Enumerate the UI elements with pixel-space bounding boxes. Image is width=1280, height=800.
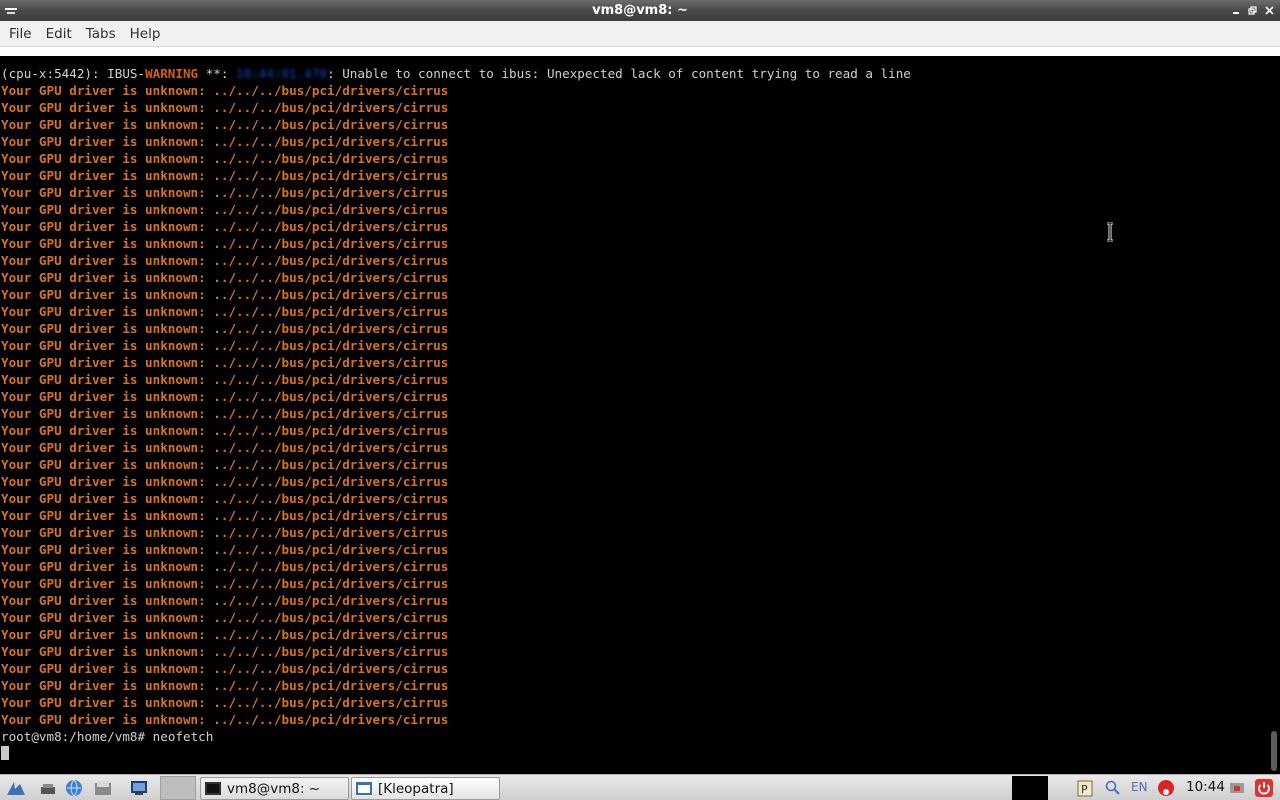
search-icon[interactable] (1104, 778, 1122, 798)
power-icon[interactable] (1254, 778, 1274, 798)
taskbar: vm8@vm8: ~ [Kleopatra] P EN 10:44 (0, 774, 1280, 800)
gpu-warning-line: Your GPU driver is unknown: ../../../bus… (1, 440, 449, 455)
window-menu-icon[interactable] (4, 4, 18, 16)
gpu-warning-line: Your GPU driver is unknown: ../../../bus… (1, 559, 449, 574)
prompt-line: root@vm8:/home/vm8# neofetch (1, 728, 911, 745)
ibeam-cursor-icon (1107, 222, 1113, 242)
menu-file[interactable]: File (2, 21, 39, 47)
svg-text:P: P (1081, 783, 1088, 796)
screen-lock-icon[interactable] (1228, 778, 1246, 798)
task-terminal[interactable]: vm8@vm8: ~ (200, 777, 349, 800)
gpu-warning-line: Your GPU driver is unknown: ../../../bus… (1, 627, 449, 642)
gpu-warning-line: Your GPU driver is unknown: ../../../bus… (1, 338, 449, 353)
warning-message: : Unable to connect to ibus: Unexpected … (327, 66, 911, 81)
gpu-warning-line: Your GPU driver is unknown: ../../../bus… (1, 678, 449, 693)
terminal-launcher-icon[interactable] (129, 778, 149, 798)
terminal-scrollbar[interactable] (1268, 56, 1280, 774)
gpu-warning-line: Your GPU driver is unknown: ../../../bus… (1, 661, 449, 676)
gpu-warning-line: Your GPU driver is unknown: ../../../bus… (1, 151, 449, 166)
task-terminal-label: vm8@vm8: ~ (227, 780, 321, 797)
task-kleopatra-label: [Kleopatra] (378, 780, 454, 797)
gpu-warning-line: Your GPU driver is unknown: ../../../bus… (1, 287, 449, 302)
menu-edit[interactable]: Edit (39, 21, 79, 47)
shell-prompt: root@vm8:/home/vm8# (1, 729, 153, 744)
gpu-warning-line: Your GPU driver is unknown: ../../../bus… (1, 474, 449, 489)
gpu-warning-line: Your GPU driver is unknown: ../../../bus… (1, 457, 449, 472)
gpu-warning-line: Your GPU driver is unknown: ../../../bus… (1, 355, 449, 370)
clock[interactable]: 10:44 (1186, 779, 1225, 795)
menu-help[interactable]: Help (123, 21, 168, 47)
text-cursor (1, 746, 9, 760)
close-icon[interactable] (1261, 3, 1278, 18)
gpu-warning-line: Your GPU driver is unknown: ../../../bus… (1, 321, 449, 336)
gpu-warning-line: Your GPU driver is unknown: ../../../bus… (1, 593, 449, 608)
warning-prefix: (cpu-x:5442): IBUS- (1, 66, 146, 81)
start-menu-icon[interactable] (6, 778, 26, 798)
clipboard-icon[interactable]: P (1076, 778, 1094, 798)
gpu-warning-line: Your GPU driver is unknown: ../../../bus… (1, 83, 449, 98)
task-kleopatra[interactable]: [Kleopatra] (351, 777, 500, 800)
gpu-warning-line: Your GPU driver is unknown: ../../../bus… (1, 508, 449, 523)
gpu-warning-line: Your GPU driver is unknown: ../../../bus… (1, 389, 449, 404)
gpu-warning-line: Your GPU driver is unknown: ../../../bus… (1, 423, 449, 438)
scrollbar-thumb[interactable] (1271, 731, 1277, 771)
desktop-pager[interactable] (160, 776, 196, 800)
warning-mid: **: (198, 66, 237, 81)
gpu-warning-line: Your GPU driver is unknown: ../../../bus… (1, 542, 449, 557)
gpu-warning-line: Your GPU driver is unknown: ../../../bus… (1, 168, 449, 183)
window-title: vm8@vm8: ~ (592, 3, 688, 18)
gpu-warning-line: Your GPU driver is unknown: ../../../bus… (1, 372, 449, 387)
gpu-warning-line: Your GPU driver is unknown: ../../../bus… (1, 236, 449, 251)
window-titlebar[interactable]: vm8@vm8: ~ (0, 0, 1280, 21)
terminal-view[interactable]: (cpu-x:5442): IBUS-WARNING **: 10:44:01.… (0, 56, 1268, 774)
file-manager-icon[interactable] (93, 778, 113, 798)
shell-command: neofetch (152, 729, 214, 744)
gpu-warning-line: Your GPU driver is unknown: ../../../bus… (1, 253, 449, 268)
browser-icon[interactable] (64, 778, 84, 798)
gpu-warning-line: Your GPU driver is unknown: ../../../bus… (1, 576, 449, 591)
gpu-warning-line: Your GPU driver is unknown: ../../../bus… (1, 117, 449, 132)
gpu-warning-line: Your GPU driver is unknown: ../../../bus… (1, 695, 449, 710)
input-line[interactable] (1, 745, 911, 762)
terminal-task-icon (205, 781, 221, 795)
minimize-icon[interactable] (1227, 3, 1244, 18)
tray-black-block (1012, 776, 1048, 800)
ibus-warning-line: (cpu-x:5442): IBUS-WARNING **: 10:44:01.… (1, 65, 911, 82)
keyboard-layout-indicator[interactable]: EN (1131, 780, 1148, 794)
gpu-warning-line: Your GPU driver is unknown: ../../../bus… (1, 610, 449, 625)
kleopatra-task-icon (356, 781, 372, 795)
warning-word: WARNING (145, 66, 199, 81)
gpu-warning-line: Your GPU driver is unknown: ../../../bus… (1, 219, 449, 234)
gpu-warning-line: Your GPU driver is unknown: ../../../bus… (1, 644, 449, 659)
gpu-warning-line: Your GPU driver is unknown: ../../../bus… (1, 202, 449, 217)
gpu-warning-line: Your GPU driver is unknown: ../../../bus… (1, 185, 449, 200)
gpu-warning-line: Your GPU driver is unknown: ../../../bus… (1, 270, 449, 285)
warning-time: 10:44:01.470 (236, 66, 328, 81)
update-notifier-icon[interactable] (1156, 778, 1176, 798)
menubar-spacer (0, 47, 1280, 56)
maximize-icon[interactable] (1244, 3, 1261, 18)
gpu-warning-line: Your GPU driver is unknown: ../../../bus… (1, 100, 449, 115)
gpu-warning-line: Your GPU driver is unknown: ../../../bus… (1, 525, 449, 540)
gpu-warning-line: Your GPU driver is unknown: ../../../bus… (1, 304, 449, 319)
menu-bar: File Edit Tabs Help (0, 21, 1280, 47)
menu-tabs[interactable]: Tabs (79, 21, 123, 47)
show-desktop-icon[interactable] (38, 778, 58, 798)
gpu-warning-line: Your GPU driver is unknown: ../../../bus… (1, 134, 449, 149)
gpu-warning-line: Your GPU driver is unknown: ../../../bus… (1, 712, 449, 727)
gpu-warning-line: Your GPU driver is unknown: ../../../bus… (1, 406, 449, 421)
gpu-warning-line: Your GPU driver is unknown: ../../../bus… (1, 491, 449, 506)
